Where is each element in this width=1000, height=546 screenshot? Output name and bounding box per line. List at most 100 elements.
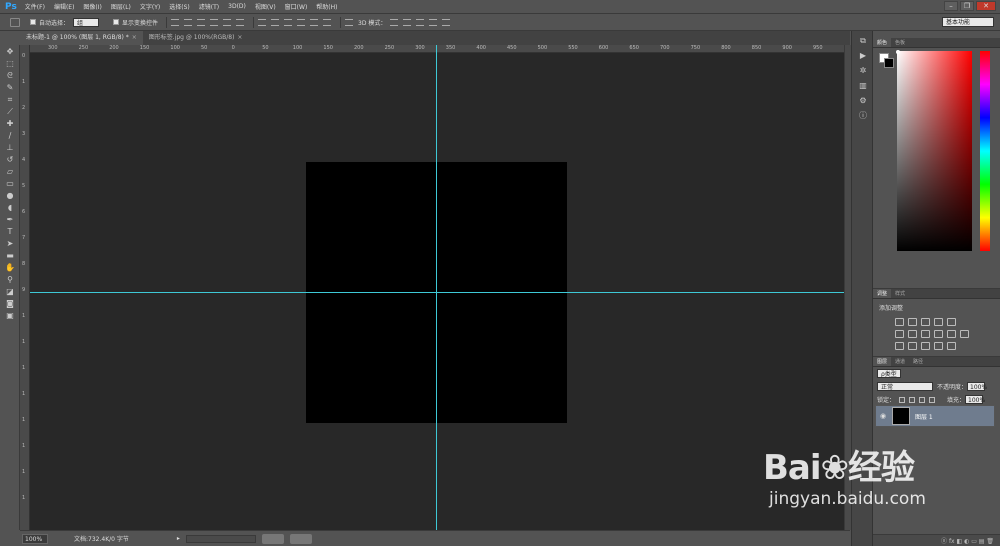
close-button[interactable]: ✕ bbox=[976, 1, 996, 11]
distribute-right-icon[interactable] bbox=[323, 18, 332, 26]
tab-close-icon[interactable]: × bbox=[237, 34, 242, 41]
align-right-icon[interactable] bbox=[236, 18, 245, 26]
align-vcenter-icon[interactable] bbox=[184, 18, 193, 26]
blend-mode-dropdown[interactable]: 正常 bbox=[877, 382, 933, 391]
quick-mask-icon[interactable]: ◙ bbox=[3, 298, 17, 309]
show-transform-checkbox[interactable] bbox=[113, 19, 120, 25]
info-icon[interactable]: ⓘ bbox=[857, 111, 869, 121]
tab-channels[interactable]: 通道 bbox=[891, 357, 909, 366]
stamp-tool-icon[interactable]: ⊥ bbox=[3, 142, 17, 153]
curves-icon[interactable] bbox=[921, 318, 930, 326]
visibility-eye-icon[interactable]: ◉ bbox=[878, 412, 888, 420]
layer-row[interactable]: ◉ 图层 1 bbox=[875, 405, 995, 427]
menu-type[interactable]: 文字(Y) bbox=[140, 2, 160, 11]
tab-layers[interactable]: 图层 bbox=[873, 357, 892, 366]
eraser-tool-icon[interactable]: ▱ bbox=[3, 166, 17, 177]
distribute-vcenter-icon[interactable] bbox=[271, 18, 280, 26]
photo-filter-icon[interactable] bbox=[934, 330, 943, 338]
menu-image[interactable]: 图像(I) bbox=[83, 2, 101, 11]
menu-3d[interactable]: 3D(D) bbox=[228, 3, 246, 10]
black-white-icon[interactable] bbox=[921, 330, 930, 338]
horizontal-scrollbar[interactable] bbox=[185, 534, 256, 543]
dodge-tool-icon[interactable]: ◖ bbox=[3, 202, 17, 213]
tab-swatches[interactable]: 色板 bbox=[891, 38, 909, 47]
menu-filter[interactable]: 滤镜(T) bbox=[199, 2, 219, 11]
marquee-tool-icon[interactable]: ⬚ bbox=[3, 58, 17, 69]
rotate-3d-icon[interactable] bbox=[390, 18, 399, 26]
horizontal-guide[interactable] bbox=[30, 292, 844, 293]
lock-all-icon[interactable] bbox=[929, 396, 936, 403]
drag-3d-icon[interactable] bbox=[416, 18, 425, 26]
auto-align-icon[interactable] bbox=[345, 18, 354, 26]
threshold-icon[interactable] bbox=[921, 342, 930, 350]
vibrance-icon[interactable] bbox=[947, 318, 956, 326]
properties-icon[interactable]: ⚙ bbox=[857, 96, 869, 106]
workspace-dropdown[interactable]: 基本功能 bbox=[942, 17, 994, 27]
taskbar-app-icon[interactable] bbox=[261, 533, 284, 544]
taskbar-app-icon[interactable] bbox=[289, 533, 312, 544]
tab-image-jpg[interactable]: 图形标签.jpg @ 100%(RGB/8) × bbox=[143, 31, 249, 45]
pen-tool-icon[interactable]: ✒ bbox=[3, 214, 17, 225]
lock-transparent-icon[interactable] bbox=[899, 396, 906, 403]
lock-pixels-icon[interactable] bbox=[909, 396, 916, 403]
distribute-left-icon[interactable] bbox=[297, 18, 306, 26]
status-menu-arrow[interactable]: ▸ bbox=[177, 535, 180, 542]
auto-select-checkbox[interactable] bbox=[30, 19, 36, 25]
brush-settings-icon[interactable]: ✲ bbox=[857, 66, 869, 76]
posterize-icon[interactable] bbox=[908, 342, 917, 350]
align-left-icon[interactable] bbox=[210, 18, 219, 26]
menu-file[interactable]: 文件(F) bbox=[25, 2, 45, 11]
default-colors-icon[interactable]: ◪ bbox=[3, 286, 17, 297]
tab-styles[interactable]: 样式 bbox=[891, 289, 909, 298]
blur-tool-icon[interactable]: ● bbox=[3, 190, 17, 201]
tab-close-icon[interactable]: × bbox=[132, 34, 137, 41]
align-top-icon[interactable] bbox=[171, 18, 180, 26]
crop-tool-icon[interactable]: ⌗ bbox=[3, 94, 17, 105]
lock-position-icon[interactable] bbox=[919, 396, 926, 403]
healing-tool-icon[interactable]: ✚ bbox=[3, 118, 17, 129]
zoom-input[interactable]: 100% bbox=[22, 533, 48, 544]
levels-icon[interactable] bbox=[908, 318, 917, 326]
auto-select-dropdown[interactable]: 组 bbox=[73, 17, 100, 27]
shape-tool-icon[interactable]: ▬ bbox=[3, 250, 17, 261]
hand-tool-icon[interactable]: ✋ bbox=[3, 262, 17, 273]
color-picker-marker[interactable] bbox=[896, 50, 900, 54]
align-hcenter-icon[interactable] bbox=[223, 18, 232, 26]
exposure-icon[interactable] bbox=[934, 318, 943, 326]
layers-bottom-bar[interactable]: ⓞ fx ◧ ◐ ▭ ▤ 🗑 bbox=[873, 534, 1000, 546]
selective-color-icon[interactable] bbox=[947, 342, 956, 350]
background-color-swatch[interactable] bbox=[884, 58, 894, 68]
distribute-hcenter-icon[interactable] bbox=[310, 18, 319, 26]
tab-untitled-1[interactable]: 未标题-1 @ 100% (图层 1, RGB/8) * × bbox=[20, 31, 143, 45]
menu-view[interactable]: 视图(V) bbox=[255, 2, 276, 11]
screen-mode-icon[interactable]: ▣ bbox=[3, 310, 17, 321]
gradient-map-icon[interactable] bbox=[934, 342, 943, 350]
menu-edit[interactable]: 编辑(E) bbox=[54, 2, 74, 11]
hue-saturation-icon[interactable] bbox=[895, 330, 904, 338]
menu-layer[interactable]: 图层(L) bbox=[111, 2, 131, 11]
actions-play-icon[interactable]: ▶ bbox=[857, 51, 869, 61]
color-spectrum[interactable] bbox=[897, 51, 972, 251]
channel-mixer-icon[interactable] bbox=[947, 330, 956, 338]
menu-window[interactable]: 窗口(W) bbox=[285, 2, 308, 11]
hue-slider[interactable] bbox=[980, 51, 990, 251]
tab-adjustments[interactable]: 调整 bbox=[873, 289, 892, 298]
history-icon[interactable]: ⧉ bbox=[857, 36, 869, 46]
color-lookup-icon[interactable] bbox=[960, 330, 969, 338]
quick-select-tool-icon[interactable]: ✎ bbox=[3, 82, 17, 93]
opacity-input[interactable]: 100% bbox=[967, 382, 987, 391]
distribute-top-icon[interactable] bbox=[258, 18, 267, 26]
roll-3d-icon[interactable] bbox=[403, 18, 412, 26]
brush-tool-icon[interactable]: ∕ bbox=[3, 130, 17, 141]
restore-button[interactable]: ❐ bbox=[960, 1, 974, 11]
vertical-guide[interactable] bbox=[436, 45, 437, 530]
history-brush-tool-icon[interactable]: ↺ bbox=[3, 154, 17, 165]
eyedropper-tool-icon[interactable]: ⟋ bbox=[3, 106, 17, 117]
move-tool-icon[interactable] bbox=[10, 17, 20, 27]
invert-icon[interactable] bbox=[895, 342, 904, 350]
slide-3d-icon[interactable] bbox=[429, 18, 438, 26]
distribute-bottom-icon[interactable] bbox=[284, 18, 293, 26]
scale-3d-icon[interactable] bbox=[442, 18, 451, 26]
brightness-icon[interactable] bbox=[895, 318, 904, 326]
gradient-tool-icon[interactable]: ▭ bbox=[3, 178, 17, 189]
